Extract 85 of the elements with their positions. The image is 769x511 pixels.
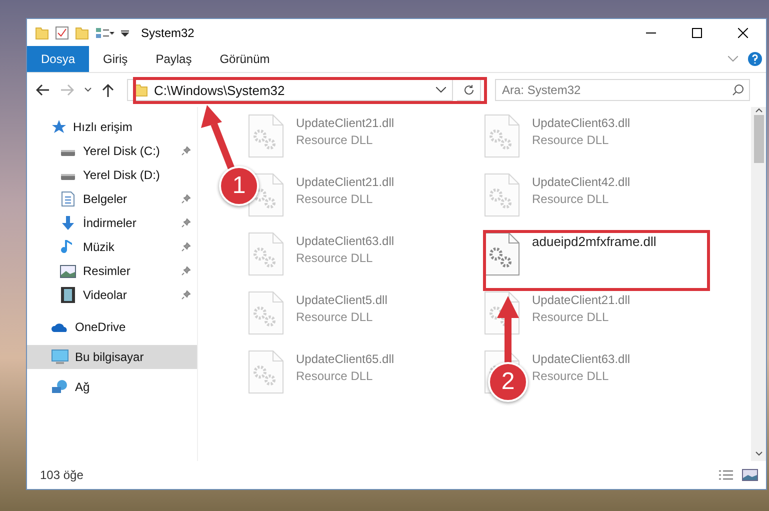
pin-icon[interactable] <box>181 266 191 276</box>
file-type: Resource DLL <box>296 192 374 206</box>
file-name[interactable]: UpdateClient42.dll <box>532 175 630 189</box>
computer-icon <box>51 349 69 365</box>
folder-icon <box>134 83 148 97</box>
pin-icon[interactable] <box>181 194 191 204</box>
music-note-icon <box>61 239 75 255</box>
window-title: System32 <box>141 26 194 40</box>
ribbon-tab[interactable]: Giriş <box>89 46 142 72</box>
scrollbar[interactable] <box>751 107 766 461</box>
item-count: 103 öğe <box>40 468 84 482</box>
sidebar-item[interactable]: Hızlı erişim <box>27 115 197 139</box>
close-icon <box>738 28 748 38</box>
file-name[interactable]: UpdateClient21.dll <box>532 293 630 307</box>
file-name[interactable]: UpdateClient5.dll <box>296 293 388 307</box>
file-type: Resource DLL <box>532 133 610 147</box>
refresh-button[interactable] <box>457 79 481 101</box>
dll-file-icon <box>248 350 284 394</box>
details-view-icon[interactable] <box>718 469 734 481</box>
ribbon-tab[interactable]: Görünüm <box>206 46 284 72</box>
scroll-down-icon[interactable] <box>754 451 762 457</box>
ribbon-tab[interactable]: Paylaş <box>142 46 206 72</box>
back-arrow-icon <box>36 84 50 96</box>
file-type: Resource DLL <box>296 369 374 383</box>
help-icon[interactable] <box>748 52 762 66</box>
folder-icon <box>75 26 89 40</box>
sidebar-item[interactable]: OneDrive <box>27 315 197 339</box>
forward-arrow-icon <box>60 84 74 96</box>
sidebar-item[interactable]: Yerel Disk (D:) <box>27 163 197 187</box>
file-type: Resource DLL <box>532 369 610 383</box>
refresh-icon <box>462 84 474 96</box>
address-bar[interactable]: C:\Windows\System32 <box>127 79 453 101</box>
dll-file-icon <box>248 232 284 276</box>
dll-file-icon <box>248 114 284 158</box>
maximize-icon <box>692 28 702 38</box>
scrollbar-thumb[interactable] <box>754 115 764 163</box>
sidebar-item[interactable]: Müzik <box>27 235 197 259</box>
file-type: Resource DLL <box>296 310 374 324</box>
sidebar-item[interactable]: Belgeler <box>27 187 197 211</box>
chevron-down-icon[interactable] <box>436 87 446 93</box>
file-name[interactable]: UpdateClient63.dll <box>532 116 630 130</box>
file-name[interactable]: UpdateClient21.dll <box>296 116 394 130</box>
document-icon <box>61 191 75 207</box>
large-icons-view-icon[interactable] <box>742 469 758 481</box>
sidebar-item[interactable]: Resimler <box>27 259 197 283</box>
star-icon <box>51 119 67 135</box>
film-icon <box>61 287 75 303</box>
properties-icon[interactable] <box>95 26 115 38</box>
picture-icon <box>60 264 76 278</box>
dropdown-arrow-icon[interactable] <box>121 28 129 36</box>
pin-icon[interactable] <box>181 218 191 228</box>
sidebar-item[interactable]: Yerel Disk (C:) <box>27 139 197 163</box>
pin-icon[interactable] <box>181 242 191 252</box>
file-type: Resource DLL <box>296 251 374 265</box>
pin-icon[interactable] <box>181 146 191 156</box>
address-path: C:\Windows\System32 <box>154 82 286 98</box>
dll-file-icon <box>484 232 520 276</box>
file-type: Resource DLL <box>532 192 610 206</box>
file-type: Resource DLL <box>532 310 610 324</box>
dll-file-icon <box>484 114 520 158</box>
sidebar-item[interactable]: Bu bilgisayar <box>27 345 197 369</box>
file-type: Resource DLL <box>296 133 374 147</box>
sidebar-item[interactable]: İndirmeler <box>27 211 197 235</box>
dll-file-icon <box>248 291 284 335</box>
file-name[interactable]: UpdateClient21.dll <box>296 175 394 189</box>
search-field[interactable]: Ara: System32 <box>495 79 750 101</box>
download-arrow-icon <box>60 215 76 231</box>
file-name[interactable]: UpdateClient65.dll <box>296 352 394 366</box>
file-name[interactable]: UpdateClient63.dll <box>532 352 630 366</box>
cloud-icon <box>51 321 69 333</box>
scroll-up-icon[interactable] <box>754 107 762 113</box>
sidebar-item[interactable]: Ağ <box>27 375 197 399</box>
network-icon <box>51 379 69 395</box>
checklist-icon[interactable] <box>55 26 69 40</box>
chevron-down-icon <box>84 87 92 93</box>
folder-icon <box>35 26 49 40</box>
arrow <box>201 105 236 172</box>
sidebar-item[interactable]: Videolar <box>27 283 197 307</box>
pin-icon[interactable] <box>181 290 191 300</box>
up-arrow-icon <box>102 83 114 97</box>
dll-file-icon <box>484 173 520 217</box>
file-name[interactable]: adueipd2mfxframe.dll <box>532 234 656 249</box>
search-icon[interactable] <box>732 84 744 96</box>
ribbon-tab[interactable]: Dosya <box>27 46 90 72</box>
file-name[interactable]: UpdateClient63.dll <box>296 234 394 248</box>
